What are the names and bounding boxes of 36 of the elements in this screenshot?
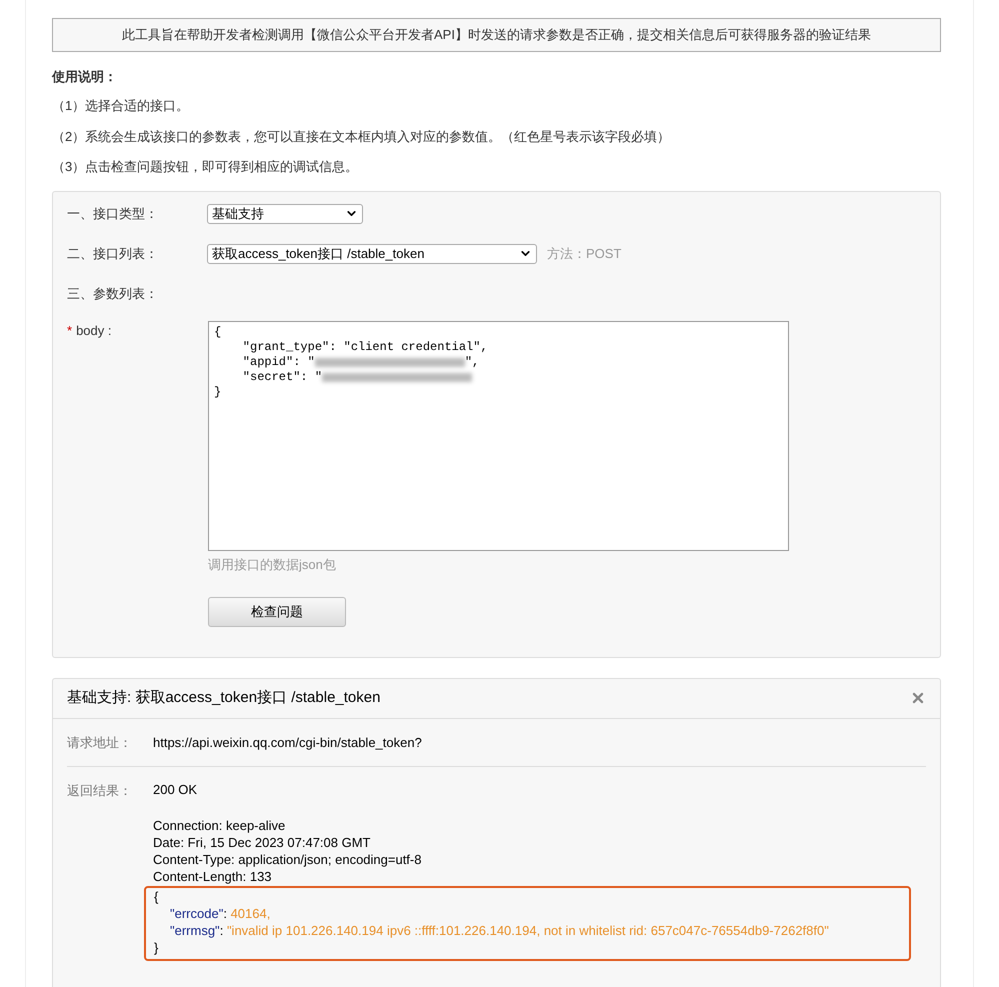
json-brace: }	[154, 939, 160, 956]
response-header: Content-Length: 133	[153, 868, 273, 885]
interface-list-select[interactable]: 获取access_token接口 /stable_token	[207, 244, 537, 264]
required-mark: *	[67, 322, 72, 340]
response-header: Content-Type: application/json; encoding=utf-8	[153, 851, 422, 868]
row-label: 请求地址：	[67, 734, 133, 752]
instruction-step: （1）选择合适的接口。	[52, 96, 947, 116]
instruction-step: （3）点击检查问题按钮，即可得到相应的调试信息。	[52, 157, 947, 176]
method-label: 方法：POST	[547, 244, 622, 263]
json-brace: {	[154, 888, 160, 905]
code-line: "grant_type": "client credential",	[242, 340, 488, 355]
interface-type-select[interactable]: 基础支持	[207, 204, 363, 224]
field-label: 二、接口列表：	[67, 244, 159, 263]
response-header: Date: Fri, 15 Dec 2023 07:47:08 GMT	[153, 834, 372, 851]
status-text: 200 OK	[153, 781, 198, 798]
field-hint: 调用接口的数据json包	[208, 556, 337, 574]
notice-banner: 此工具旨在帮助开发者检测调用【微信公众平台开发者API】时发送的请求参数是否正确，提交相关信息后可获得服务器的验证结果	[52, 18, 941, 52]
json-textarea[interactable]: { "grant_type": "client credential", "appid": " ", "secret": " }	[208, 321, 789, 551]
field-label: 三、参数列表：	[67, 284, 159, 302]
code-line: "appid": "	[242, 355, 315, 370]
field-label: 一、接口类型：	[67, 204, 159, 223]
instruction-step: （2）系统会生成该接口的参数表，您可以直接在文本框内填入对应的参数值。（红色星号表示该字段必填）	[52, 126, 947, 146]
response-header: Connection: keep-alive	[153, 817, 286, 834]
check-button[interactable]: 检查问题	[208, 596, 346, 626]
code-line: }	[214, 385, 222, 400]
json-entry: "errcode": 40164,	[169, 905, 272, 922]
result-title: 基础支持: 获取access_token接口 /stable_token	[67, 688, 380, 708]
row-label: 返回结果：	[67, 782, 133, 800]
param-name: body :	[76, 322, 112, 340]
instructions-title: 使用说明：	[52, 68, 118, 86]
close-icon[interactable]	[910, 690, 926, 706]
code-line: ",	[464, 355, 480, 370]
json-entry: "errmsg": "invalid ip 101.226.140.194 ipv6 ::ffff:101.226.140.194, not in whitelist rid: 657c047c-76554db9-7262f8f0"	[169, 922, 830, 939]
request-url: https://api.weixin.qq.com/cgi-bin/stable_token?	[153, 734, 422, 752]
code-line: "secret": "	[242, 370, 322, 385]
code-line: {	[214, 325, 222, 340]
